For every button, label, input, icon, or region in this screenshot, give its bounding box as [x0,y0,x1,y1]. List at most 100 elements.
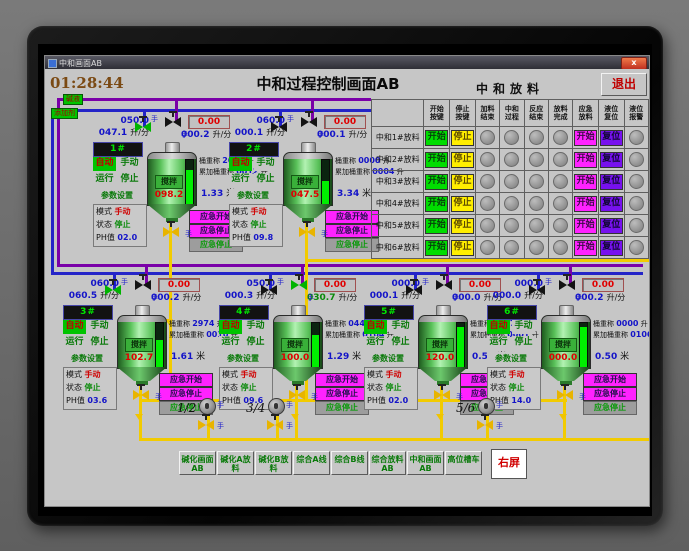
discharge-valve[interactable] [133,384,149,400]
auto-button[interactable]: 自动 [63,320,86,334]
discharge-valve[interactable] [163,221,179,237]
nav-button-3[interactable]: 碱化B放料 [255,451,292,475]
auto-button[interactable]: 自动 [229,157,252,171]
level-reset-button[interactable]: 复位 [599,195,623,212]
feed-valve-right[interactable] [135,274,151,290]
manual-button[interactable]: 手动 [118,157,141,171]
run-button[interactable]: 运行 [219,336,242,350]
run-button[interactable]: 运行 [93,173,116,187]
manual-button[interactable]: 手动 [254,157,277,171]
emergency-discharge-button[interactable]: 开始 [574,173,598,190]
agitator-button[interactable]: 搅拌 [155,175,183,189]
emergency-discharge-button[interactable]: 开始 [574,239,598,256]
stop-button[interactable]: 停止 [450,217,474,234]
stop-button[interactable]: 停止 [450,173,474,190]
run-button[interactable]: 运行 [364,336,387,350]
params-button[interactable]: 参数设置 [63,352,111,366]
feed-valve-right[interactable] [165,111,181,127]
nav-button-1[interactable]: 碱化画面AB [179,451,216,475]
start-button[interactable]: 开始 [425,129,449,146]
params-button[interactable]: 参数设置 [229,189,277,203]
pump-icon[interactable] [199,398,216,415]
level-reset-button[interactable]: 复位 [599,173,623,190]
stop-button[interactable]: 停止 [254,173,277,187]
stop-button[interactable]: 停止 [450,195,474,212]
feed-valve-left[interactable] [271,116,287,132]
start-button[interactable]: 开始 [425,195,449,212]
level-reset-button[interactable]: 复位 [599,151,623,168]
start-button[interactable]: 开始 [425,151,449,168]
manual-button[interactable]: 手动 [389,320,412,334]
params-button[interactable]: 参数设置 [93,189,141,203]
emergency-discharge-button[interactable]: 开始 [574,217,598,234]
pump-discharge-valve[interactable] [198,414,214,430]
stop-button[interactable]: 停止 [450,239,474,256]
auto-button[interactable]: 自动 [93,157,116,171]
feed-valve-right[interactable] [291,274,307,290]
start-button[interactable]: 开始 [425,239,449,256]
emergency-stop-button[interactable]: 应急停止 [583,387,637,401]
params-button[interactable]: 参数设置 [487,352,535,366]
params-button[interactable]: 参数设置 [364,352,412,366]
run-button[interactable]: 运行 [63,336,86,350]
start-button[interactable]: 开始 [425,217,449,234]
feed-valve-right[interactable] [301,111,317,127]
stop-button[interactable]: 停止 [118,173,141,187]
level-reset-button[interactable]: 复位 [599,217,623,234]
params-button[interactable]: 参数设置 [219,352,267,366]
pump-discharge-valve[interactable] [477,414,493,430]
emergency-discharge-button[interactable]: 开始 [574,195,598,212]
agitator-button[interactable]: 搅拌 [125,338,153,352]
start-button[interactable]: 开始 [425,173,449,190]
discharge-valve[interactable] [289,384,305,400]
emergency-stop-indicator[interactable]: 应急停止 [583,401,637,415]
pump-icon[interactable] [478,398,495,415]
auto-button[interactable]: 自动 [364,320,387,334]
auto-button[interactable]: 自动 [487,320,510,334]
emergency-stop-indicator[interactable]: 应急停止 [315,401,369,415]
manual-button[interactable]: 手动 [88,320,111,334]
auto-button[interactable]: 自动 [219,320,242,334]
run-button[interactable]: 运行 [487,336,510,350]
nav-button-4[interactable]: 综合A线 [293,451,330,475]
discharge-valve[interactable] [299,221,315,237]
emergency-start-button[interactable]: 应急开始 [315,373,369,387]
feed-valve-right[interactable] [436,274,452,290]
emergency-discharge-button[interactable]: 开始 [574,151,598,168]
pump-icon[interactable] [268,398,285,415]
nav-button-6[interactable]: 综合放料AB [369,451,406,475]
emergency-stop-button[interactable]: 应急停止 [315,387,369,401]
feed-valve-left[interactable] [261,279,277,295]
feed-valve-left[interactable] [529,279,545,295]
agitator-button[interactable]: 搅拌 [291,175,319,189]
emergency-start-button[interactable]: 应急开始 [583,373,637,387]
discharge-valve[interactable] [557,384,573,400]
manual-button[interactable]: 手动 [244,320,267,334]
feed-valve-left[interactable] [105,279,121,295]
level-reset-button[interactable]: 复位 [599,239,623,256]
pump-discharge-valve[interactable] [267,414,283,430]
nav-button-2[interactable]: 碱化A放料 [217,451,254,475]
manual-button[interactable]: 手动 [512,320,535,334]
stop-button[interactable]: 停止 [450,151,474,168]
right-screen-button[interactable]: 右屏 [491,449,527,479]
nav-button-8[interactable]: 高位槽车 [445,451,482,475]
feed-valve-left[interactable] [135,116,151,132]
stop-button[interactable]: 停止 [244,336,267,350]
exit-button[interactable]: 退出 [601,73,647,96]
stop-button[interactable]: 停止 [88,336,111,350]
agitator-button[interactable]: 搅拌 [426,338,454,352]
nav-button-5[interactable]: 综合B线 [331,451,368,475]
stop-button[interactable]: 停止 [450,129,474,146]
stop-button[interactable]: 停止 [389,336,412,350]
emergency-discharge-button[interactable]: 开始 [574,129,598,146]
level-reset-button[interactable]: 复位 [599,129,623,146]
run-button[interactable]: 运行 [229,173,252,187]
agitator-button[interactable]: 搅拌 [281,338,309,352]
feed-valve-right[interactable] [559,274,575,290]
nav-button-7[interactable]: 中和画面AB [407,451,444,475]
discharge-valve[interactable] [434,384,450,400]
feed-valve-left[interactable] [406,279,422,295]
agitator-button[interactable]: 搅拌 [549,338,577,352]
stop-button[interactable]: 停止 [512,336,535,350]
